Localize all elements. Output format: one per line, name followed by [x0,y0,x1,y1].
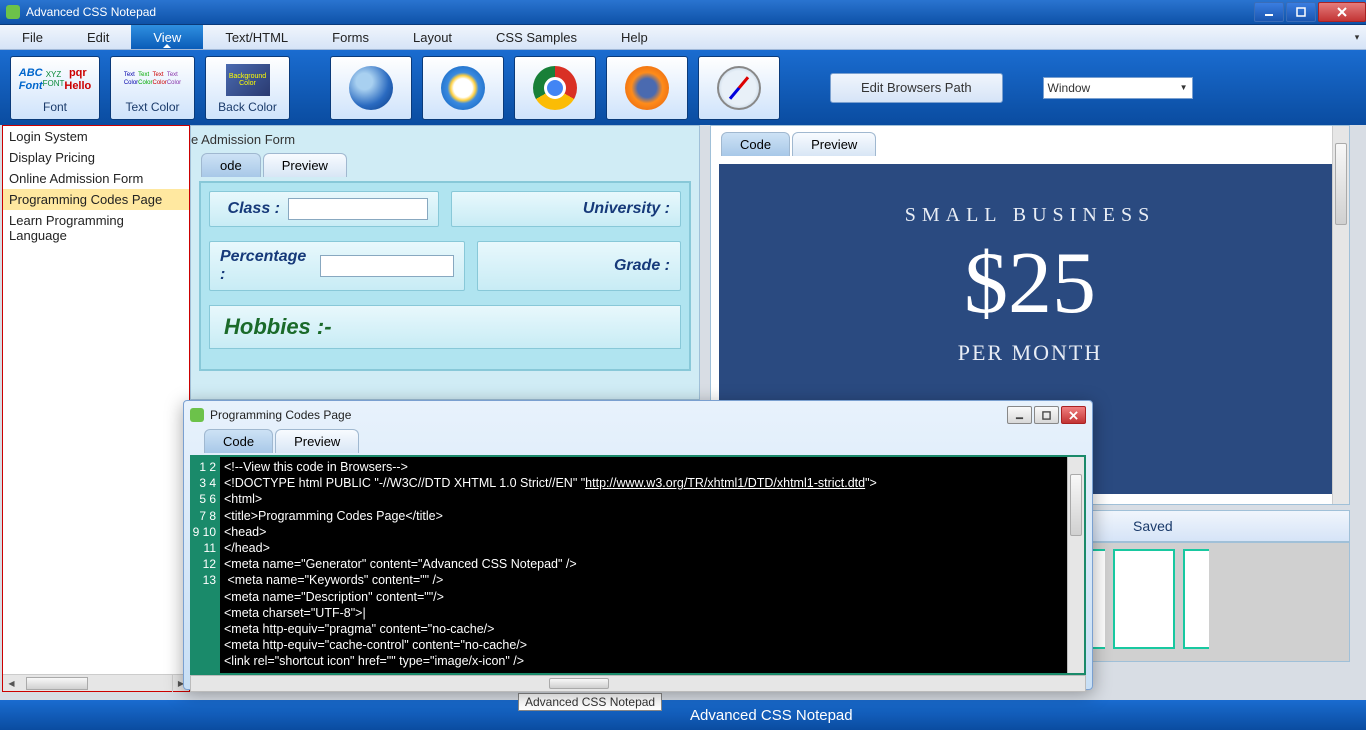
label-hobbies: Hobbies :- [224,314,332,339]
minimize-button[interactable] [1254,2,1284,22]
admission-form-preview: Class : University : Percentage : Grade … [199,181,691,371]
scrollbar-thumb[interactable] [26,677,88,690]
view-menu-item[interactable]: Learn Programming Language [3,210,189,246]
ie-icon [441,66,485,110]
pricing-scrollbar[interactable] [1332,126,1349,504]
menu-css-samples[interactable]: CSS Samples [474,25,599,49]
statusbar: Advanced CSS Notepad Advanced CSS Notepa… [0,700,1366,730]
browser-firefox-button[interactable] [606,56,688,120]
browser-safari-button[interactable] [698,56,780,120]
code-window-titlebar[interactable]: Programming Codes Page [184,401,1092,429]
code-editor[interactable]: 1 2 3 4 5 6 7 8 9 10 11 12 13 <!--View t… [190,455,1086,675]
pricing-price: $25 [964,233,1096,334]
code-window-minimize[interactable] [1007,406,1032,424]
code-window-tab-code[interactable]: Code [204,429,273,453]
menu-overflow-button[interactable] [1348,25,1366,49]
label-grade: Grade : [614,257,670,275]
window-combo-value: Window [1048,81,1091,95]
edit-browsers-path-button[interactable]: Edit Browsers Path [830,73,1003,103]
code-window: Programming Codes Page Code Preview 1 2 … [183,400,1093,690]
window-combo[interactable]: Window ▼ [1043,77,1193,99]
chrome-icon [533,66,577,110]
view-menu-item[interactable]: Online Admission Form [3,168,189,189]
tab-code-left[interactable]: ode [201,153,261,177]
saved-thumbnails [1072,542,1350,662]
text-color-label: Text Color [125,100,179,114]
menu-forms[interactable]: Forms [310,25,391,49]
text-color-icon: Text ColorText ColorText ColorText Color [128,62,178,98]
menu-help[interactable]: Help [599,25,670,49]
thumbnail[interactable] [1113,549,1175,649]
view-menu-item[interactable]: Display Pricing [3,147,189,168]
thumbnail[interactable] [1183,549,1209,649]
window-title: Advanced CSS Notepad [26,5,156,19]
statusbar-title: Advanced CSS Notepad [690,707,853,724]
font-icon: ABC Font XYZ FONT pqr Hello [30,62,80,98]
tooltip: Advanced CSS Notepad [518,693,662,711]
view-submenu-scrollbar[interactable]: ◀ ▶ [3,674,189,691]
font-button[interactable]: ABC Font XYZ FONT pqr Hello Font [10,56,100,120]
chevron-down-icon: ▼ [1180,83,1188,92]
tab-preview-left[interactable]: Preview [263,153,347,177]
code-window-close[interactable] [1061,406,1086,424]
menu-file[interactable]: File [0,25,65,49]
code-horizontal-scrollbar[interactable] [190,675,1086,692]
input-percentage[interactable] [320,255,454,277]
back-color-button[interactable]: Background Color Back Color [205,56,290,120]
menu-layout[interactable]: Layout [391,25,474,49]
label-university: University : [583,200,670,218]
back-color-label: Back Color [218,100,277,114]
menubar: File Edit View Text/HTML Forms Layout CS… [0,25,1366,50]
ribbon-toolbar: ABC Font XYZ FONT pqr Hello Font Text Co… [0,50,1366,125]
scrollbar-thumb[interactable] [549,678,609,689]
tab-code-right[interactable]: Code [721,132,790,156]
saved-label: Saved [1133,518,1173,534]
label-class: Class : [228,200,280,218]
code-gutter: 1 2 3 4 5 6 7 8 9 10 11 12 13 [192,457,220,673]
browser-ie-button[interactable] [422,56,504,120]
browser-globe-button[interactable] [330,56,412,120]
label-percentage: Percentage : [220,248,312,284]
code-vertical-scrollbar[interactable] [1067,457,1084,673]
tab-preview-right[interactable]: Preview [792,132,876,156]
view-menu-item[interactable]: Programming Codes Page [3,189,189,210]
menu-texthtml[interactable]: Text/HTML [203,25,310,49]
font-button-label: Font [43,100,67,114]
admission-form-header: e Admission Form [191,126,699,153]
app-icon [6,5,20,19]
back-color-icon: Background Color [223,62,273,98]
view-menu-item[interactable]: Login System [3,126,189,147]
browser-chrome-button[interactable] [514,56,596,120]
maximize-button[interactable] [1286,2,1316,22]
menu-edit[interactable]: Edit [65,25,131,49]
code-window-maximize[interactable] [1034,406,1059,424]
code-window-tab-preview[interactable]: Preview [275,429,359,453]
app-icon [190,408,204,422]
text-color-button[interactable]: Text ColorText ColorText ColorText Color… [110,56,195,120]
input-class[interactable] [288,198,428,220]
close-button[interactable] [1318,2,1366,22]
code-window-title: Programming Codes Page [210,408,351,422]
code-text[interactable]: <!--View this code in Browsers--> <!DOCT… [220,457,1067,673]
admission-form-panel: e Admission Form ode Preview Class : Uni… [190,125,700,400]
view-submenu: Login SystemDisplay PricingOnline Admiss… [2,125,190,692]
saved-bar: Saved [1072,510,1350,542]
scrollbar-left-arrow[interactable]: ◀ [3,679,20,688]
globe-icon [349,66,393,110]
window-titlebar: Advanced CSS Notepad [0,0,1366,25]
safari-icon [717,66,761,110]
pricing-heading: SMALL BUSINESS [905,204,1156,227]
pricing-per: PER MONTH [958,340,1103,366]
menu-view[interactable]: View [131,25,203,49]
firefox-icon [625,66,669,110]
